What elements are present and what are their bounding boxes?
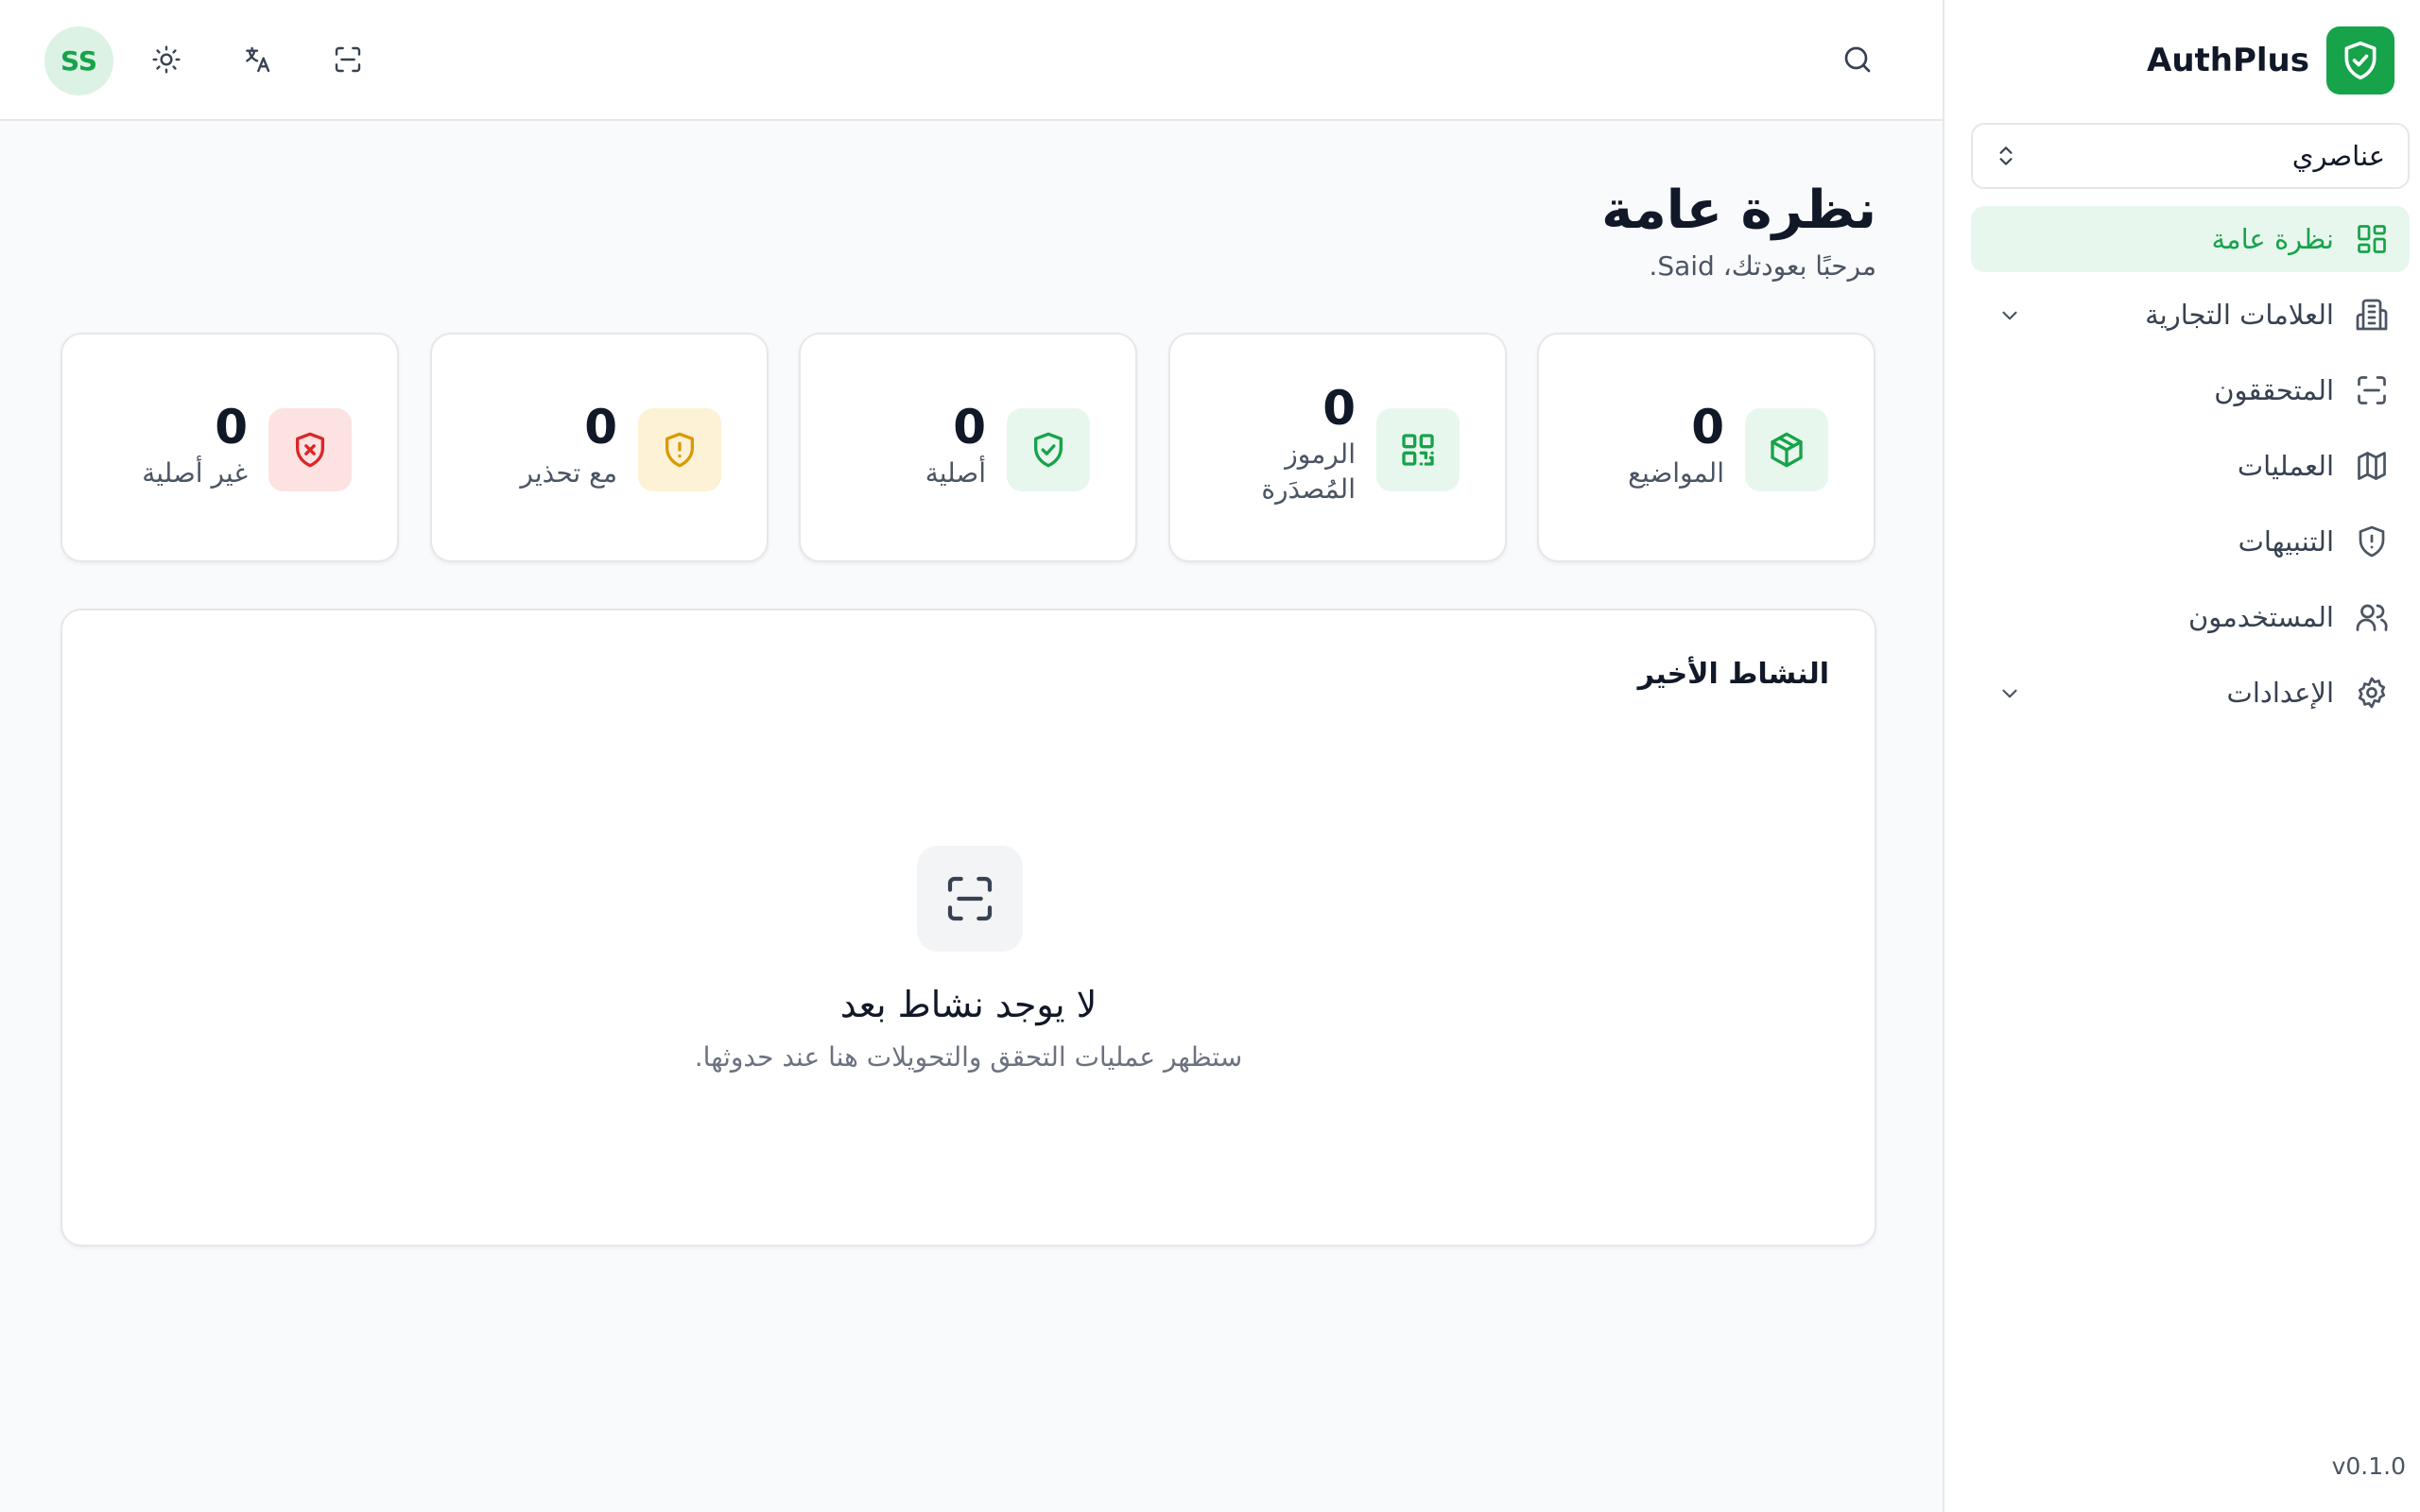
- shield-alert-icon: [2355, 524, 2389, 558]
- user-avatar[interactable]: SS: [44, 26, 113, 95]
- map-icon: [2355, 449, 2389, 483]
- stat-value: 0: [1691, 400, 1724, 455]
- sidebar-item-operations[interactable]: العمليات: [1971, 433, 2410, 499]
- page-title: نظرة عامة: [1601, 180, 1876, 241]
- building-icon: [2355, 298, 2389, 332]
- sidebar-item-users[interactable]: المستخدمون: [1971, 584, 2410, 650]
- users-icon: [2355, 600, 2389, 634]
- empty-state-title: لا يوجد نشاط بعد: [839, 984, 1098, 1025]
- sidebar-item-label: العمليات: [2237, 450, 2334, 482]
- stat-label: المواضيع: [1628, 456, 1724, 489]
- stat-value: 0: [215, 400, 248, 455]
- chevron-down-icon[interactable]: [1997, 303, 2022, 328]
- scan-icon: [917, 846, 1023, 952]
- stat-value: 0: [584, 400, 617, 455]
- stat-label: أصلية: [925, 456, 986, 489]
- chevron-down-icon[interactable]: [1997, 681, 2022, 706]
- sidebar-item-label: المتحققون: [2214, 374, 2334, 406]
- stat-card-with-warning[interactable]: 0 مع تحذير: [430, 333, 769, 562]
- stat-label: الرموز المُصدَرة: [1261, 438, 1356, 506]
- sidebar-nav: نظرة عامة العلامات التجارية المتحققون ال…: [1971, 206, 2410, 735]
- sidebar-item-label: نظرة عامة: [2211, 223, 2335, 255]
- sun-icon: [151, 44, 182, 75]
- gear-icon: [2355, 676, 2389, 710]
- sidebar-item-label: العلامات التجارية: [2145, 299, 2334, 331]
- sidebar-item-label: الإعدادات: [2226, 677, 2334, 709]
- app-version: v0.1.0: [2331, 1452, 2406, 1480]
- sidebar: AuthPlus عناصري نظرة عامة العلامات التجا…: [1943, 0, 2420, 1512]
- stat-label: مع تحذير: [520, 456, 617, 489]
- avatar-initials: SS: [60, 45, 98, 77]
- sidebar-item-alerts[interactable]: التنبيهات: [1971, 508, 2410, 575]
- stat-value: 0: [1322, 381, 1356, 436]
- sidebar-item-settings[interactable]: الإعدادات: [1971, 660, 2410, 726]
- scan-button[interactable]: [326, 38, 370, 81]
- translate-icon: [242, 44, 272, 75]
- stat-card-authentic[interactable]: 0 أصلية: [799, 333, 1137, 562]
- page-subtitle: مرحبًا بعودتك، Said.: [1649, 250, 1876, 282]
- stat-card-issued-codes[interactable]: 0 الرموز المُصدَرة: [1168, 333, 1507, 562]
- shield-check-icon: [1007, 408, 1090, 491]
- search-button[interactable]: [1836, 38, 1879, 81]
- qr-code-icon: [1376, 408, 1460, 491]
- sidebar-item-brands[interactable]: العلامات التجارية: [1971, 282, 2410, 348]
- recent-activity-title: النشاط الأخير: [1637, 658, 1829, 691]
- scan-icon: [333, 44, 363, 75]
- stat-card-not-authentic[interactable]: 0 غير أصلية: [60, 333, 399, 562]
- sidebar-item-label: التنبيهات: [2238, 525, 2334, 558]
- shield-alert-icon: [638, 408, 721, 491]
- shield-check-icon: [2326, 26, 2394, 94]
- topbar: SS: [0, 0, 1943, 121]
- sidebar-item-overview[interactable]: نظرة عامة: [1971, 206, 2410, 272]
- dashboard-icon: [2355, 222, 2389, 256]
- recent-activity-card: النشاط الأخير لا يوجد نشاط بعد ستظهر عمل…: [60, 609, 1876, 1246]
- organization-select[interactable]: عناصري: [1971, 123, 2410, 189]
- sidebar-item-label: المستخدمون: [2187, 601, 2334, 633]
- sidebar-item-verifiers[interactable]: المتحققون: [1971, 357, 2410, 423]
- language-button[interactable]: [235, 38, 279, 81]
- shield-x-icon: [268, 408, 352, 491]
- box-icon: [1745, 408, 1828, 491]
- brand-name: AuthPlus: [2147, 42, 2309, 79]
- stat-value: 0: [953, 400, 986, 455]
- chevrons-up-down-icon: [1994, 144, 2018, 168]
- brand[interactable]: AuthPlus: [2147, 26, 2394, 94]
- stat-card-topics[interactable]: 0 المواضيع: [1537, 333, 1876, 562]
- stat-label: غير أصلية: [142, 456, 248, 489]
- scan-icon: [2355, 373, 2389, 407]
- empty-state-description: ستظهر عمليات التحقق والتحويلات هنا عند ح…: [694, 1041, 1243, 1073]
- organization-select-value: عناصري: [2291, 140, 2385, 172]
- theme-toggle-button[interactable]: [145, 38, 188, 81]
- search-icon: [1841, 43, 1875, 77]
